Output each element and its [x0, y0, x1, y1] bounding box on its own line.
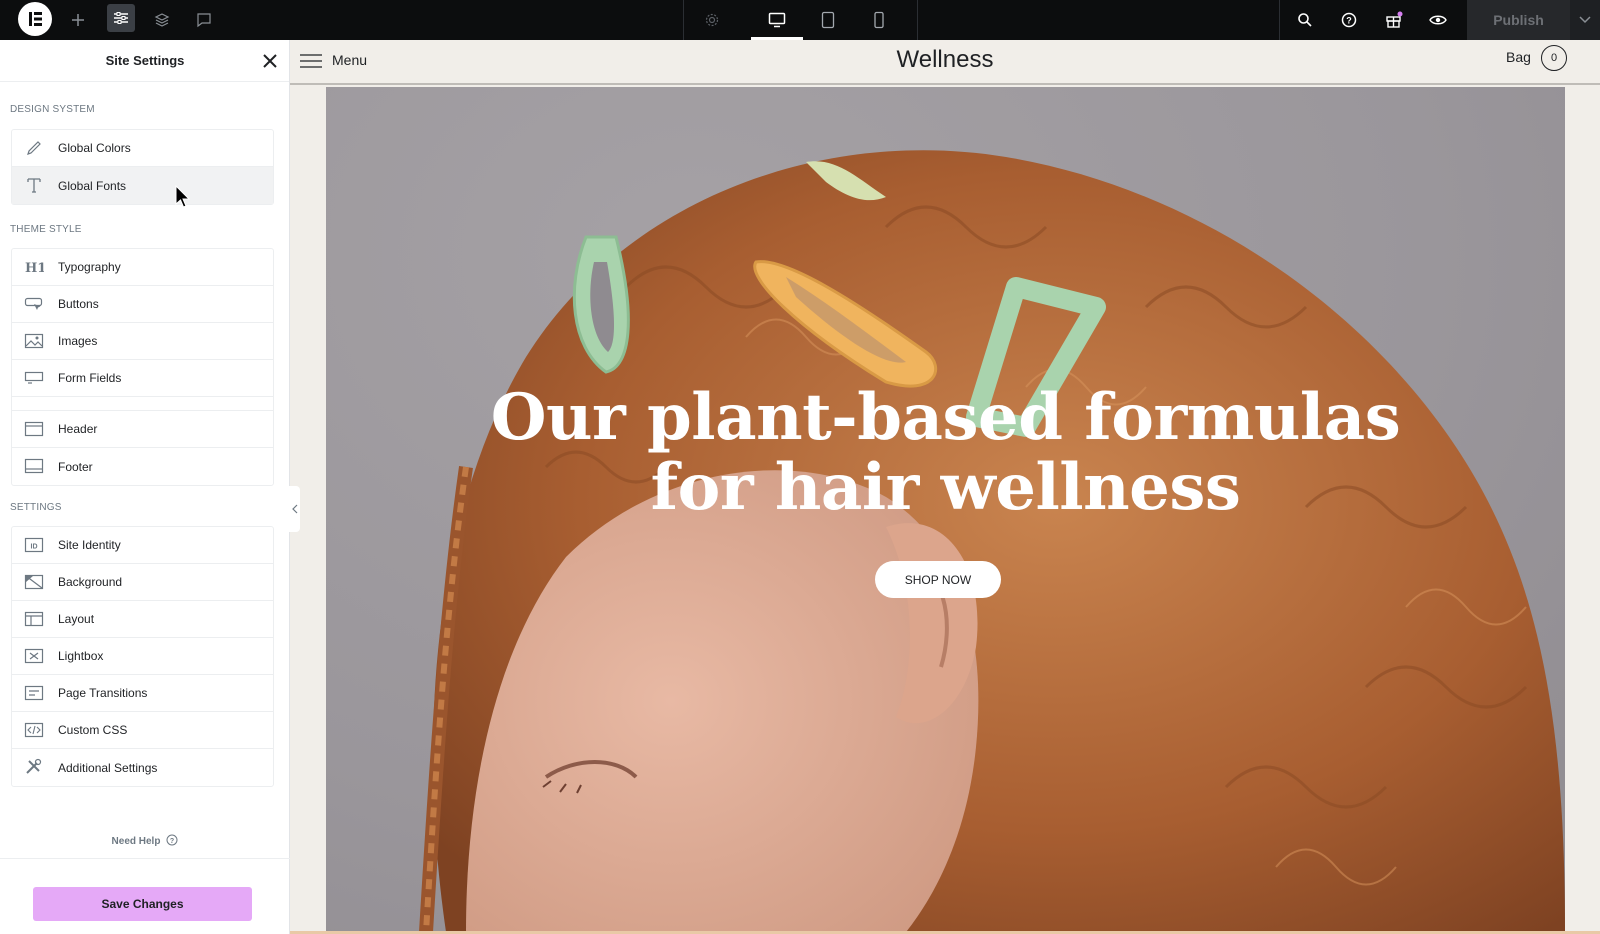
need-help-link[interactable]: Need Help ?	[0, 834, 290, 849]
settings-item-label: Images	[58, 334, 98, 348]
settings-item-form-fields[interactable]: Form Fields	[12, 360, 273, 397]
settings-item-site-identity[interactable]: ID Site Identity	[12, 527, 273, 564]
gift-icon[interactable]	[1382, 2, 1406, 38]
section-label-settings: SETTINGS	[10, 502, 62, 513]
divider	[917, 0, 918, 40]
settings-item-header[interactable]: Header	[12, 411, 273, 448]
settings-item-label: Custom CSS	[58, 723, 128, 737]
lightbox-icon	[24, 647, 44, 665]
svg-text:?: ?	[1346, 16, 1352, 26]
settings-item-global-fonts[interactable]: Global Fonts	[12, 167, 273, 204]
plus-icon[interactable]	[66, 2, 90, 38]
save-changes-button[interactable]: Save Changes	[33, 887, 252, 921]
page-transitions-icon	[24, 684, 44, 702]
panel-header: Site Settings	[0, 40, 289, 82]
settings-item-label: Buttons	[58, 297, 99, 311]
need-help-label: Need Help	[111, 836, 161, 847]
hero-section: Our plant-based formulas for hair wellne…	[326, 87, 1565, 932]
layers-icon[interactable]	[150, 2, 174, 38]
settings-item-typography[interactable]: H1 Typography	[12, 249, 273, 286]
settings-item-label: Global Colors	[58, 141, 131, 155]
settings-item-background[interactable]: Background	[12, 564, 273, 601]
help-icon: ?	[166, 834, 178, 849]
site-settings-icon[interactable]	[107, 4, 135, 32]
help-icon[interactable]: ?	[1337, 2, 1361, 38]
button-icon	[24, 295, 44, 313]
settings-gear-icon[interactable]	[700, 2, 724, 38]
header-icon	[24, 420, 44, 438]
form-field-icon	[24, 369, 44, 387]
settings-item-label: Typography	[58, 260, 121, 274]
settings-item-lightbox[interactable]: Lightbox	[12, 638, 273, 675]
collapse-panel-handle[interactable]	[289, 486, 300, 532]
section-label-design-system: DESIGN SYSTEM	[10, 104, 95, 115]
close-icon[interactable]	[260, 51, 280, 71]
tools-icon	[24, 758, 44, 776]
site-settings-panel: Site Settings DESIGN SYSTEM Global Color…	[0, 40, 290, 934]
group-spacer	[12, 397, 273, 411]
custom-css-icon	[24, 721, 44, 739]
hero-heading-line-2: for hair wellness	[650, 450, 1241, 525]
mouse-cursor-icon	[175, 184, 191, 209]
settings-item-label: Layout	[58, 612, 95, 626]
settings-item-page-transitions[interactable]: Page Transitions	[12, 675, 273, 712]
settings-item-label: Background	[58, 575, 123, 589]
settings-item-additional-settings[interactable]: Additional Settings	[12, 749, 273, 786]
h1-icon: H1	[24, 258, 44, 276]
editor-top-bar: ? Publish	[0, 0, 1600, 40]
settings-item-label: Site Identity	[58, 538, 121, 552]
desktop-icon[interactable]	[764, 2, 790, 38]
comments-icon[interactable]	[192, 2, 216, 38]
svg-text:ID: ID	[31, 544, 38, 551]
hero-heading-line-1: Our plant-based formulas	[490, 380, 1401, 455]
site-identity-icon: ID	[24, 536, 44, 554]
settings-item-label: Additional Settings	[58, 760, 158, 775]
settings-item-label: Form Fields	[58, 371, 122, 385]
image-icon	[24, 332, 44, 350]
svg-text:H1: H1	[25, 261, 44, 275]
hero-heading: Our plant-based formulas for hair wellne…	[326, 383, 1565, 523]
mobile-icon[interactable]	[866, 2, 892, 38]
preview-eye-icon[interactable]	[1426, 2, 1450, 38]
settings-item-label: Page Transitions	[58, 686, 148, 700]
panel-title: Site Settings	[105, 53, 185, 68]
settings-item-label: Footer	[58, 459, 93, 474]
bag-link[interactable]: Bag	[1506, 49, 1531, 65]
search-icon[interactable]	[1293, 2, 1317, 38]
shop-now-button[interactable]: SHOP NOW	[875, 561, 1001, 598]
settings-item-label: Global Fonts	[58, 178, 127, 193]
site-brand-logo[interactable]: Wellness	[290, 46, 1600, 74]
divider	[0, 858, 290, 859]
settings-item-global-colors[interactable]: Global Colors	[12, 130, 273, 167]
svg-text:?: ?	[170, 838, 174, 845]
theme-style-group: H1 Typography Buttons Images Form Fields	[11, 248, 274, 486]
settings-item-footer[interactable]: Footer	[12, 448, 273, 485]
settings-item-label: Lightbox	[58, 649, 104, 663]
brush-icon	[24, 139, 44, 157]
elementor-logo-icon[interactable]	[18, 2, 52, 36]
site-header: Menu Wellness Bag 0	[290, 40, 1600, 85]
settings-item-buttons[interactable]: Buttons	[12, 286, 273, 323]
design-system-group: Global Colors Global Fonts	[11, 129, 274, 205]
divider	[683, 0, 684, 40]
settings-group: ID Site Identity Background Layout Light…	[11, 526, 274, 787]
section-label-theme-style: THEME STYLE	[10, 224, 82, 235]
settings-item-custom-css[interactable]: Custom CSS	[12, 712, 273, 749]
footer-icon	[24, 457, 44, 475]
settings-item-label: Header	[58, 422, 98, 436]
chevron-down-icon[interactable]	[1570, 0, 1600, 40]
settings-item-layout[interactable]: Layout	[12, 601, 273, 638]
font-t-icon	[24, 176, 44, 194]
bag-count-badge[interactable]: 0	[1541, 45, 1567, 71]
layout-icon	[24, 610, 44, 628]
settings-item-images[interactable]: Images	[12, 323, 273, 360]
divider	[1279, 0, 1280, 40]
publish-button[interactable]: Publish	[1467, 0, 1570, 40]
background-icon	[24, 573, 44, 591]
tablet-icon[interactable]	[815, 2, 841, 38]
